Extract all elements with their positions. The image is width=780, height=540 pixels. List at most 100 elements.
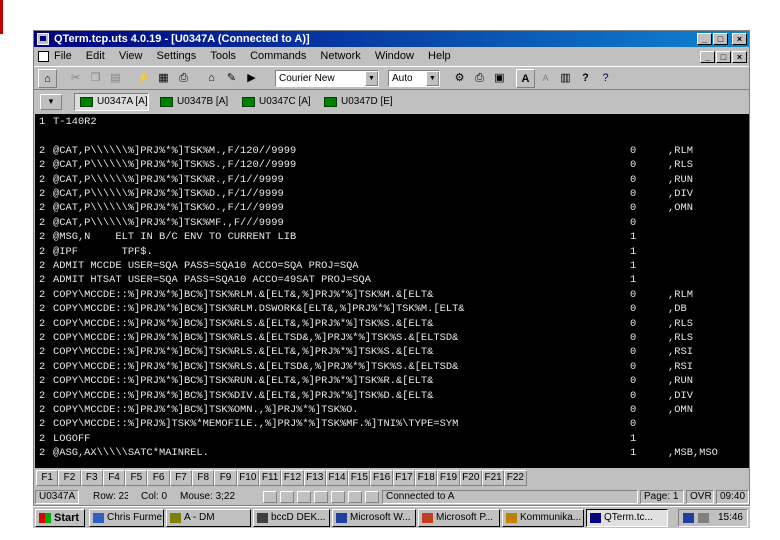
line-number: 2 (39, 173, 46, 186)
fkey-f15[interactable]: F15 (348, 470, 371, 486)
paste-icon[interactable]: ▤ (106, 69, 125, 88)
fkey-f14[interactable]: F14 (325, 470, 349, 486)
menu-commands[interactable]: Commands (250, 48, 306, 65)
menu-tools[interactable]: Tools (210, 48, 236, 65)
edit-icon[interactable]: ✎ (222, 69, 241, 88)
volume-icon[interactable] (698, 513, 709, 523)
fkey-f17[interactable]: F17 (392, 470, 416, 486)
fkey-f7[interactable]: F7 (169, 470, 193, 486)
connect-icon[interactable]: ⌂ (38, 69, 57, 88)
task-a-dm[interactable]: A - DM (166, 509, 251, 527)
fkey-f21[interactable]: F21 (481, 470, 505, 486)
context-help-icon[interactable]: ? (596, 69, 615, 88)
fkey-f22[interactable]: F22 (504, 470, 527, 486)
tab-u0347b[interactable]: U0347B [A] (154, 93, 229, 111)
tab-u0347c[interactable]: U0347C [A] (236, 93, 312, 111)
fkey-f12[interactable]: F12 (281, 470, 304, 486)
menu-network[interactable]: Network (320, 48, 360, 65)
fkey-f4[interactable]: F4 (102, 470, 126, 486)
minimize-button[interactable]: _ (697, 33, 712, 45)
macro-icon[interactable]: ⚡ (134, 69, 153, 88)
font-select[interactable]: Courier New ▼ (275, 70, 379, 87)
start-button[interactable]: Start (35, 509, 85, 527)
fkey-f5[interactable]: F5 (125, 470, 148, 486)
line-number: 2 (39, 216, 46, 229)
line-number: 2 (39, 260, 46, 272)
title-bar[interactable]: QTerm.tcp.uts 4.0.19 - [U0347A (Connecte… (34, 31, 749, 47)
task-kommunika[interactable]: Kommunika... (502, 509, 584, 527)
line-number: 2 (39, 202, 46, 215)
font-large-icon[interactable]: A (516, 69, 535, 88)
line-flag: 0 (630, 404, 637, 416)
taskbar-clock[interactable]: 15:46 (718, 510, 743, 526)
status-mouse: Mouse: 3;22 (180, 491, 236, 502)
line-command: @IPF TPF$. (53, 245, 153, 258)
line-number: 2 (39, 375, 46, 388)
task-microsoft-word[interactable]: Microsoft W... (332, 509, 416, 527)
mdi-minimize-button[interactable]: _ (700, 51, 715, 63)
fkey-f6[interactable]: F6 (147, 470, 170, 486)
status-capture-icon (314, 491, 328, 503)
fkey-f13[interactable]: F13 (303, 470, 326, 486)
terminal-icon (242, 97, 255, 107)
task-microsoft-powerpoint[interactable]: Microsoft P... (418, 509, 500, 527)
task-chris-furme[interactable]: Chris Furme... (89, 509, 164, 527)
line-option: ,DB (668, 303, 687, 316)
fkey-f9[interactable]: F9 (214, 470, 237, 486)
fkey-f8[interactable]: F8 (192, 470, 215, 486)
save-icon[interactable]: ▣ (490, 69, 509, 88)
copy-icon[interactable]: ❐ (86, 69, 105, 88)
fkey-f2[interactable]: F2 (58, 470, 81, 486)
play-icon[interactable]: ▶ (242, 69, 261, 88)
session-tab-bar: ▼ U0347A [A] U0347B [A] U0347C [A] U0347… (34, 91, 749, 113)
capture-icon[interactable]: ▦ (154, 69, 173, 88)
document-icon[interactable] (38, 51, 49, 62)
settings-icon[interactable]: ⚙ (450, 69, 469, 88)
home-icon[interactable]: ⌂ (202, 69, 221, 88)
chevron-down-icon[interactable]: ▼ (426, 71, 439, 86)
app-icon[interactable] (37, 33, 49, 45)
font-small-icon[interactable]: A (536, 69, 555, 88)
menu-help[interactable]: Help (428, 48, 451, 65)
task-bccd-dek[interactable]: bccD DEK... (253, 509, 330, 527)
menu-edit[interactable]: Edit (86, 48, 105, 65)
chart-icon[interactable]: ▥ (556, 69, 575, 88)
line-command: @CAT,P\\\\\\%]PRJ%*%]TSK%D.,F/1//9999 (53, 188, 284, 200)
menu-file[interactable]: File (54, 48, 72, 65)
fkey-f18[interactable]: F18 (415, 470, 438, 486)
close-button[interactable]: × (732, 33, 747, 45)
tab-u0347a[interactable]: U0347A [A] (74, 93, 149, 111)
tab-u0347d[interactable]: U0347D [E] (318, 93, 394, 111)
printer-icon[interactable]: ⎙ (470, 69, 489, 88)
line-number: 1 (39, 116, 46, 128)
network-icon[interactable] (683, 513, 694, 523)
line-number: 2 (39, 432, 46, 445)
line-flag: 0 (630, 389, 637, 402)
size-select[interactable]: Auto ▼ (388, 70, 440, 87)
fkey-f16[interactable]: F16 (370, 470, 393, 486)
task-label: Microsoft P... (436, 512, 494, 523)
fkey-f20[interactable]: F20 (459, 470, 482, 486)
help-icon[interactable]: ? (576, 69, 595, 88)
chevron-down-icon[interactable]: ▼ (365, 71, 378, 86)
tab-dropdown-icon[interactable]: ▼ (40, 94, 62, 110)
status-bar: U0347A Row: 23 Col: 0 Mouse: 3;22 Connec… (34, 489, 749, 505)
mdi-restore-button[interactable]: □ (716, 51, 731, 63)
maximize-button[interactable]: □ (713, 33, 728, 45)
line-flag: 0 (630, 360, 637, 373)
menu-settings[interactable]: Settings (157, 48, 197, 65)
fkey-f1[interactable]: F1 (36, 470, 59, 486)
menu-window[interactable]: Window (375, 48, 414, 65)
task-qterm[interactable]: QTerm.tc... (586, 509, 668, 527)
fkey-f10[interactable]: F10 (236, 470, 259, 486)
fkey-f3[interactable]: F3 (80, 470, 103, 486)
line-command: @CAT,P\\\\\\%]PRJ%*%]TSK%MF.,F///9999 (53, 216, 284, 229)
menu-view[interactable]: View (119, 48, 143, 65)
mdi-close-button[interactable]: × (732, 51, 747, 63)
fkey-f11[interactable]: F11 (258, 470, 282, 486)
fkey-f19[interactable]: F19 (437, 470, 460, 486)
print-screen-icon[interactable]: ⎙ (174, 69, 193, 88)
cut-icon[interactable]: ✂ (66, 69, 85, 88)
line-option: ,MSB,MSO (668, 447, 718, 460)
terminal-screen[interactable]: 1 T-140R2 2 @CAT,P\\\\\\%]PRJ%*%]TSK%M.,F/1… (35, 114, 749, 468)
